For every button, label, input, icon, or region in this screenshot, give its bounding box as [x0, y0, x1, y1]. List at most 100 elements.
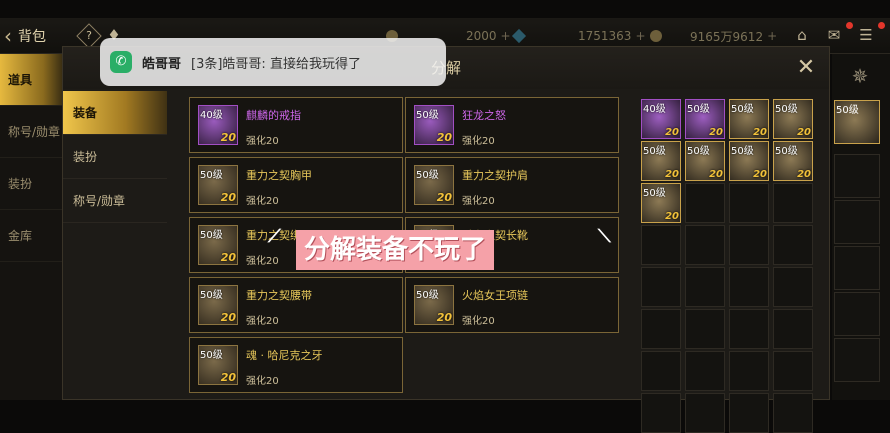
inventory-slot[interactable]	[641, 309, 681, 349]
inventory-item[interactable]: 40级 20	[641, 99, 681, 139]
equipment-card[interactable]: 50级 20 重力之契胸甲 强化20	[189, 157, 403, 213]
inventory-item[interactable]: 50级 20	[729, 141, 769, 181]
tab-costume[interactable]: 装扮	[63, 135, 167, 179]
gold-coin-icon	[650, 30, 662, 42]
notification-sender: 皓哥哥	[142, 56, 182, 72]
equipment-icon: 40级 20	[198, 105, 238, 145]
mail-icon[interactable]: ✉	[824, 26, 844, 44]
inventory-nav: 道具 称号/勋章 装扮 金库	[0, 54, 62, 400]
right-slot[interactable]	[834, 292, 880, 336]
nav-item-vault[interactable]: 金库	[0, 210, 62, 262]
equipment-enhance: 强化20	[246, 316, 279, 327]
equipment-icon: 50级20	[198, 165, 238, 205]
tab-equipment[interactable]: 装备	[63, 91, 167, 135]
inventory-item[interactable]: 50级 20	[773, 141, 813, 181]
gem-icon	[511, 28, 527, 44]
inventory-slot[interactable]	[729, 225, 769, 265]
equipment-name: 重力之契腰带	[246, 289, 312, 302]
inventory-slot[interactable]	[685, 183, 725, 223]
equipment-name: 重力之契护肩	[462, 169, 528, 182]
tab-titles[interactable]: 称号/勋章	[63, 179, 167, 223]
inventory-slot[interactable]	[685, 309, 725, 349]
inventory-slot[interactable]	[729, 351, 769, 391]
equipment-enhance: 强化20	[246, 376, 279, 387]
back-button[interactable]: ‹ 背包	[4, 24, 74, 48]
inventory-slot[interactable]	[729, 309, 769, 349]
inventory-item[interactable]: 50级 20	[685, 99, 725, 139]
equipment-card[interactable]: 50级 20 火焰女王项链 强化20	[405, 277, 619, 333]
equipment-enhance: 强化20	[246, 136, 279, 147]
inventory-slot[interactable]	[773, 351, 813, 391]
inventory-slot[interactable]	[773, 225, 813, 265]
inventory-slot[interactable]	[773, 309, 813, 349]
inventory-slot[interactable]	[729, 393, 769, 433]
inventory-slot[interactable]	[729, 267, 769, 307]
nav-item-titles[interactable]: 称号/勋章	[0, 106, 62, 158]
inventory-slot[interactable]	[641, 393, 681, 433]
equipment-icon: 50级20	[414, 105, 454, 145]
equipment-enhance: 强化20	[246, 196, 279, 207]
inventory-item[interactable]: 50级 20	[641, 141, 681, 181]
equipment-enhance: 强化20	[462, 136, 495, 147]
inventory-slot[interactable]	[685, 351, 725, 391]
equipment-card[interactable]: 50级 20 重力之契腰带 强化20	[189, 277, 403, 333]
inventory-item[interactable]: 50级 20	[685, 141, 725, 181]
right-slot[interactable]	[834, 200, 880, 244]
currency-gold: 9165万9612 +	[650, 27, 777, 45]
shop-icon[interactable]: ⌂	[792, 26, 812, 44]
right-slot[interactable]	[834, 338, 880, 382]
inventory-item[interactable]: 50级 20	[773, 99, 813, 139]
right-slot[interactable]	[834, 154, 880, 198]
equipment-name: 麒麟的戒指	[246, 109, 301, 122]
equipment-icon: 50级20	[414, 285, 454, 325]
equipment-icon: 50级20	[414, 165, 454, 205]
add-coin-button[interactable]: +	[501, 29, 511, 43]
inventory-slot[interactable]	[729, 183, 769, 223]
inventory-slot[interactable]	[773, 267, 813, 307]
inventory-item[interactable]: 50级 20	[641, 183, 681, 223]
inventory-slot[interactable]	[773, 393, 813, 433]
equipment-icon: 50级20	[198, 225, 238, 265]
back-label: 背包	[18, 29, 46, 45]
inventory-slot[interactable]	[641, 351, 681, 391]
chat-icon[interactable]: ☰	[856, 26, 876, 44]
inventory-slot[interactable]	[641, 267, 681, 307]
inventory-slot[interactable]	[685, 225, 725, 265]
add-gold-button[interactable]: +	[767, 29, 777, 43]
inventory-slot[interactable]	[773, 183, 813, 223]
currency-gem: 1751363 +	[511, 27, 646, 45]
equipment-name: 火焰女王项链	[462, 289, 528, 302]
sparkle-right-icon: ⟍	[598, 226, 611, 247]
help-icon[interactable]: ?	[76, 23, 102, 49]
equipment-card[interactable]: 50级 20 狂龙之怒强化20	[405, 97, 619, 153]
equipment-card[interactable]: 50级 20 重力之契护肩 强化20	[405, 157, 619, 213]
dialog-subnav: 装备 装扮 称号/勋章	[63, 91, 167, 401]
equipment-name: 狂龙之怒	[462, 109, 506, 122]
right-column: ✵ 50级	[832, 54, 890, 400]
notification-text: [3条]皓哥哥: 直接给我玩得了	[191, 56, 361, 72]
nav-item-costume[interactable]: 装扮	[0, 158, 62, 210]
back-arrow-icon: ‹	[4, 24, 12, 48]
equipment-enhance: 强化20	[246, 256, 279, 267]
video-caption: 分解装备不玩了	[296, 230, 495, 270]
equipment-icon: 50级20	[198, 285, 238, 325]
wechat-notification[interactable]: ✆ 皓哥哥 [3条]皓哥哥: 直接给我玩得了	[100, 38, 446, 86]
close-button[interactable]: ✕	[793, 55, 819, 81]
disassemble-dialog: 分解 ✕ 装备 装扮 称号/勋章 40级20麒麟的戒指强化2050级20狂龙之怒…	[62, 46, 830, 433]
right-slot[interactable]	[834, 246, 880, 290]
wechat-icon: ✆	[110, 51, 132, 73]
inventory-slot[interactable]	[685, 393, 725, 433]
right-slot[interactable]: 50级	[834, 100, 880, 144]
sparkle-left-icon: ⟋	[268, 226, 281, 247]
equipment-card[interactable]: 50级 20 魂 · 哈尼克之牙 强化20	[189, 337, 403, 393]
inventory-slot[interactable]	[641, 225, 681, 265]
favorite-star-icon[interactable]: ✵	[848, 64, 872, 88]
add-gem-button[interactable]: +	[635, 29, 645, 43]
nav-item-items[interactable]: 道具	[0, 54, 62, 106]
inventory-item[interactable]: 50级 20	[729, 99, 769, 139]
equipment-icon: 50级20	[198, 345, 238, 385]
equipment-card[interactable]: 40级 20 麒麟的戒指强化20	[189, 97, 403, 153]
inventory-slot[interactable]	[685, 267, 725, 307]
chat-alert-dot	[878, 22, 885, 29]
equipment-name: 重力之契胸甲	[246, 169, 312, 182]
